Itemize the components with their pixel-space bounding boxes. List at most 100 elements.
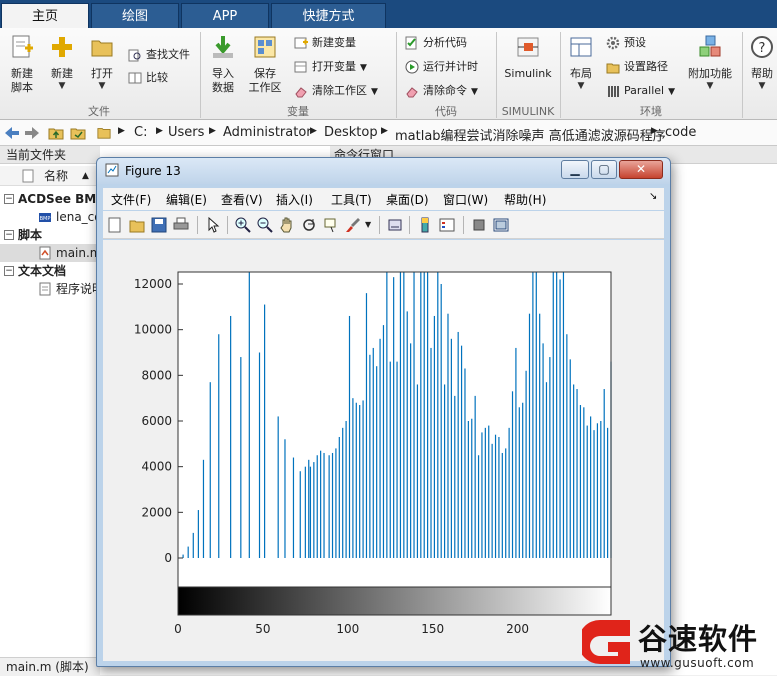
print-icon[interactable] [173, 217, 189, 233]
data-cursor-icon[interactable] [323, 217, 339, 233]
tree-group-text[interactable]: − 文本文档 [0, 262, 100, 280]
list-item[interactable]: BMP lena_color [0, 208, 100, 226]
preferences-button[interactable]: 预设 [606, 34, 646, 52]
back-arrow-icon[interactable] [4, 126, 20, 140]
list-item[interactable]: 程序说明 [0, 280, 100, 298]
histogram-bar [511, 391, 514, 558]
brush-icon[interactable] [345, 217, 361, 233]
run-and-time-button[interactable]: 运行并计时 [405, 58, 478, 76]
import-data-button[interactable]: 导入 数据 [206, 34, 240, 95]
breadcrumb-item[interactable]: Administrator [223, 125, 312, 140]
legend-icon[interactable] [439, 217, 455, 233]
histogram-bar [410, 343, 412, 558]
tree-group-scripts[interactable]: − 脚本 [0, 226, 100, 244]
pan-icon[interactable] [279, 217, 295, 233]
new-button[interactable]: 新建 ▼ [46, 34, 78, 91]
menu-window[interactable]: 窗口(W) [443, 191, 488, 208]
histogram-bar [393, 277, 395, 558]
breadcrumb-item[interactable]: Users [168, 125, 204, 140]
figure-titlebar[interactable]: Figure 13 ▁ ▢ ✕ [97, 158, 670, 184]
clear-commands-button[interactable]: 清除命令 ▼ [405, 82, 478, 100]
forward-arrow-icon[interactable] [24, 126, 40, 140]
addons-button[interactable]: 附加功能 ▼ [686, 34, 734, 91]
minimize-button[interactable]: ▁ [561, 160, 589, 179]
simulink-button[interactable]: Simulink [502, 34, 554, 81]
preferences-label: 预设 [624, 36, 646, 49]
open-variable-button[interactable]: 打开变量 ▼ [294, 58, 367, 76]
svg-text:BMP: BMP [40, 216, 51, 222]
help-button[interactable]: ? 帮助 ▼ [748, 34, 776, 91]
pointer-icon[interactable] [205, 217, 221, 233]
find-files-button[interactable]: 查找文件 [128, 46, 190, 64]
new-figure-icon[interactable] [107, 217, 123, 233]
zoom-in-icon[interactable] [235, 217, 251, 233]
tree-group-acdsee[interactable]: − ACDSee BMP [0, 190, 100, 208]
menu-desktop[interactable]: 桌面(D) [386, 191, 429, 208]
layout-button[interactable]: 布局 ▼ [564, 34, 598, 91]
y-tick-label: 0 [164, 551, 172, 565]
compare-button[interactable]: 比较 [128, 69, 168, 87]
tab-plots[interactable]: 绘图 [91, 3, 179, 28]
histogram-bar [515, 347, 517, 558]
menu-file[interactable]: 文件(F) [111, 191, 151, 208]
tab-apps[interactable]: APP [181, 3, 269, 28]
set-path-button[interactable]: 设置路径 [606, 58, 668, 76]
hide-tools-icon[interactable] [471, 217, 487, 233]
breadcrumb-arrow-icon: ▶ [381, 126, 388, 136]
collapse-icon[interactable]: − [4, 266, 14, 276]
show-tools-icon[interactable] [493, 217, 509, 233]
save-icon[interactable] [151, 217, 167, 233]
new-script-button[interactable]: 新建 脚本 [6, 34, 38, 95]
breadcrumb-item[interactable]: C: [134, 125, 147, 140]
open-variable-label: 打开变量 [312, 60, 356, 73]
close-button[interactable]: ✕ [619, 160, 663, 179]
menu-edit[interactable]: 编辑(E) [166, 191, 207, 208]
menu-view[interactable]: 查看(V) [221, 191, 263, 208]
menu-tools[interactable]: 工具(T) [331, 191, 372, 208]
list-item[interactable]: main.m [0, 244, 100, 262]
breadcrumb-arrow-icon: ▶ [651, 126, 658, 136]
histogram-bar [467, 421, 469, 558]
histogram-bar [454, 395, 456, 558]
parallel-button[interactable]: Parallel ▼ [606, 82, 675, 100]
collapse-icon[interactable]: − [4, 194, 14, 204]
collapse-icon[interactable]: − [4, 230, 14, 240]
clear-workspace-dropdown-icon: ▼ [371, 87, 378, 97]
menu-help[interactable]: 帮助(H) [504, 191, 546, 208]
save-workspace-button[interactable]: 保存 工作区 [246, 34, 284, 95]
rotate-icon[interactable] [301, 217, 317, 233]
colorbar-icon[interactable] [417, 217, 433, 233]
histogram-bar [471, 418, 473, 558]
name-column-header[interactable]: 名称 ▲ [0, 166, 100, 186]
zoom-out-icon[interactable] [257, 217, 273, 233]
breadcrumb-item[interactable]: Desktop [324, 125, 378, 140]
tab-home[interactable]: 主页 [1, 3, 89, 28]
analyze-code-button[interactable]: 分析代码 [405, 34, 467, 52]
menu-insert[interactable]: 插入(I) [276, 191, 313, 208]
open-file-icon[interactable] [129, 217, 145, 233]
tab-shortcuts[interactable]: 快捷方式 [271, 3, 386, 28]
dock-arrow-icon[interactable]: ↘ [649, 191, 657, 202]
clear-workspace-button[interactable]: 清除工作区 ▼ [294, 82, 378, 100]
open-button[interactable]: 打开 ▼ [86, 34, 118, 91]
link-plot-icon[interactable] [387, 217, 403, 233]
brush-dropdown-icon[interactable]: ▼ [365, 220, 371, 229]
histogram-bar [562, 272, 565, 558]
histogram-bar [556, 272, 558, 558]
watermark-url: www.gusuoft.com [640, 656, 755, 670]
new-label: 新建 [51, 67, 73, 80]
tree-group-label: 脚本 [18, 228, 43, 242]
histogram-bar [460, 345, 463, 558]
set-path-label: 设置路径 [624, 60, 668, 73]
new-variable-button[interactable]: 新建变量 [294, 34, 356, 52]
breadcrumb-item[interactable]: code [665, 125, 696, 140]
histogram-bar [576, 389, 578, 558]
analyze-code-icon [405, 36, 417, 50]
tree-group-label: 文本文档 [18, 264, 67, 278]
run-and-time-label: 运行并计时 [423, 60, 478, 73]
toolbar-separator [379, 216, 380, 234]
maximize-button[interactable]: ▢ [591, 160, 617, 179]
up-folder-icon[interactable] [48, 126, 64, 140]
browse-folder-icon[interactable] [70, 126, 86, 140]
breadcrumb-item[interactable]: matlab编程尝试消除噪声 高低通滤波源码程序 [395, 125, 666, 144]
